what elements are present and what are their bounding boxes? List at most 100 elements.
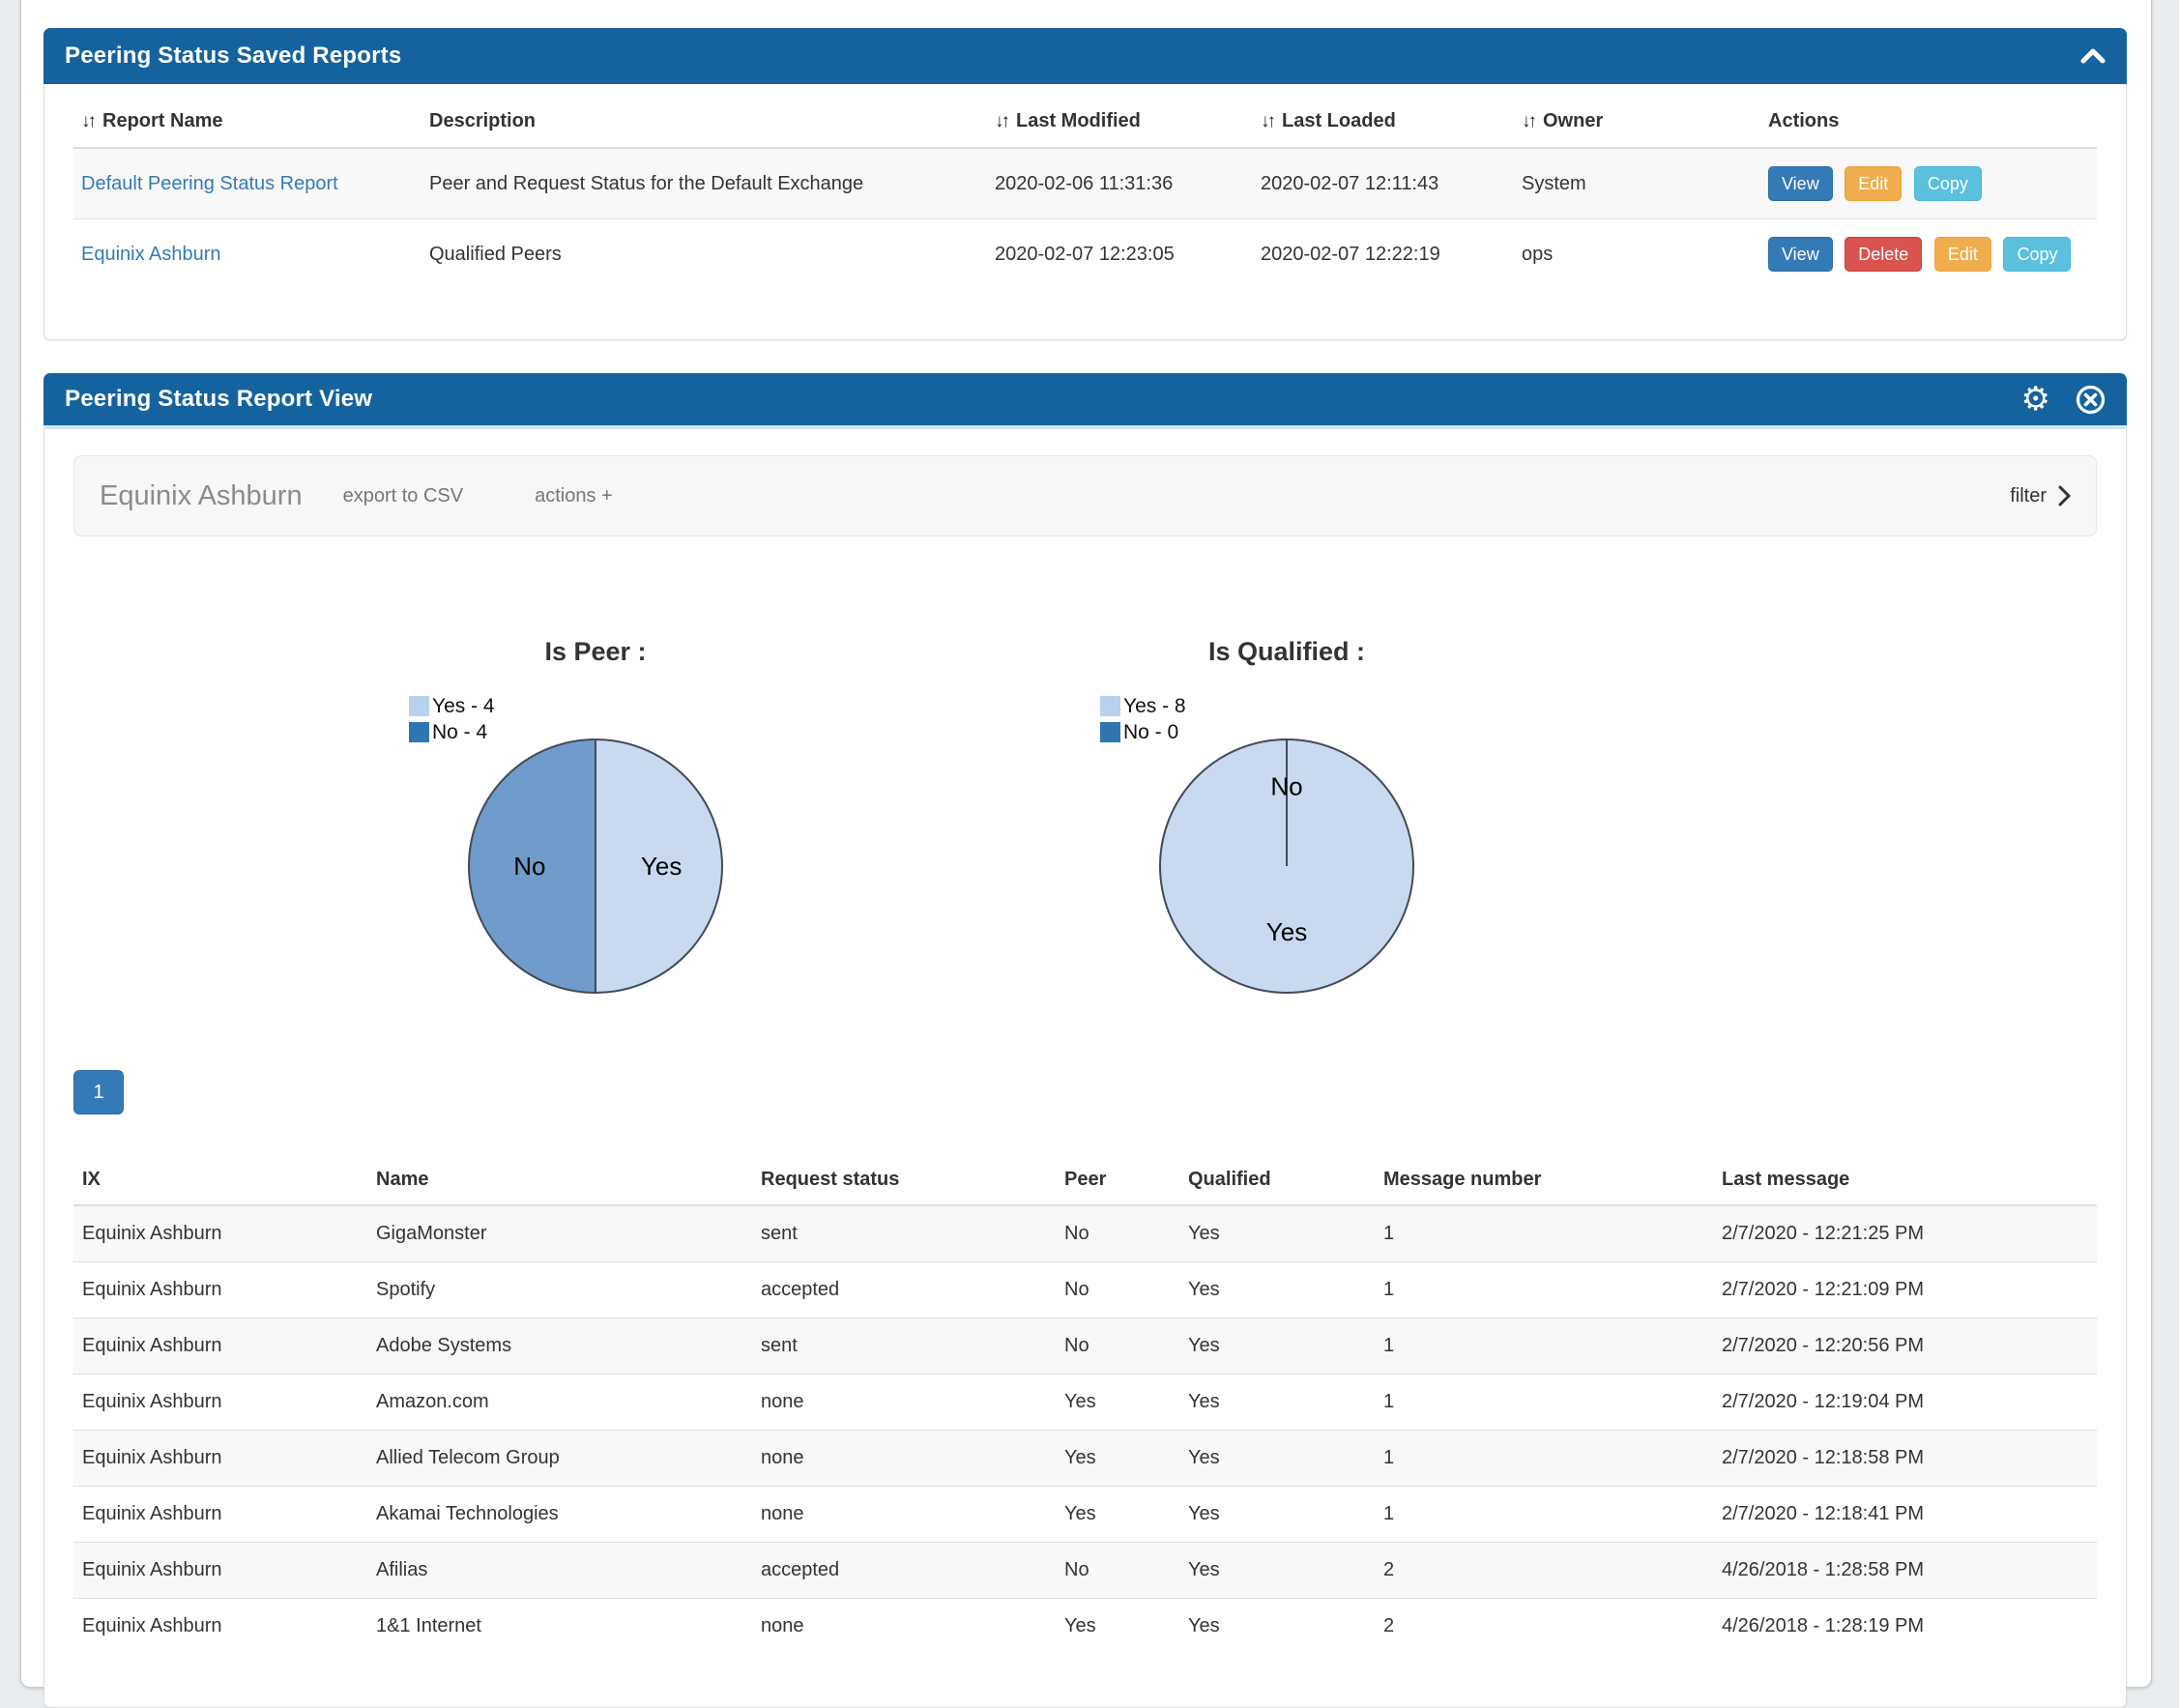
page-1-button[interactable]: 1 (73, 1070, 124, 1115)
legend-swatch-no (1100, 722, 1120, 742)
cell: 4/26/2018 - 1:28:58 PM (1713, 1543, 2097, 1599)
gear-icon[interactable]: ⚙ (2021, 383, 2050, 416)
saved-reports-header: Peering Status Saved Reports (44, 28, 2127, 84)
col-ix: IX (73, 1155, 367, 1205)
cell: Yes (1179, 1205, 1375, 1262)
saved-reports-panel: Peering Status Saved Reports ↓↑Report Na… (44, 28, 2127, 340)
copy-button[interactable]: Copy (1914, 166, 1982, 201)
delete-button[interactable]: Delete (1845, 237, 1922, 272)
cell: 1 (1375, 1262, 1713, 1318)
cell: none (752, 1431, 1056, 1487)
export-csv-link[interactable]: export to CSV (343, 485, 464, 507)
legend-item: Yes - 8 (1100, 693, 1186, 719)
cell: 2/7/2020 - 12:18:41 PM (1713, 1487, 2097, 1543)
actions-link[interactable]: actions + (535, 485, 613, 507)
cell: 2/7/2020 - 12:21:25 PM (1713, 1205, 2097, 1262)
cell: 2 (1375, 1543, 1713, 1599)
cell-owner: System (1514, 148, 1760, 219)
cell-owner: ops (1514, 219, 1760, 290)
collapse-chevron-up-icon[interactable] (2080, 48, 2106, 64)
cell: sent (752, 1205, 1056, 1262)
cell: No (1056, 1318, 1179, 1375)
cell: Equinix Ashburn (73, 1431, 367, 1487)
col-report-name[interactable]: ↓↑Report Name (73, 96, 421, 148)
cell: Yes (1056, 1431, 1179, 1487)
cell: Yes (1179, 1318, 1375, 1375)
col-last-loaded[interactable]: ↓↑Last Loaded (1253, 96, 1514, 148)
col-message-number: Message number (1375, 1155, 1713, 1205)
cell: 1&1 Internet (367, 1599, 752, 1655)
col-name: Name (367, 1155, 752, 1205)
cell: Afilias (367, 1543, 752, 1599)
legend-swatch-no (409, 722, 429, 742)
pagination: 1 (73, 1055, 2097, 1115)
cell: 2/7/2020 - 12:20:56 PM (1713, 1318, 2097, 1375)
saved-report-row: Equinix Ashburn Qualified Peers 2020-02-… (73, 219, 2097, 290)
close-icon[interactable] (2076, 385, 2106, 415)
legend-item: Yes - 4 (409, 693, 495, 719)
report-link[interactable]: Default Peering Status Report (81, 173, 338, 194)
sort-icon: ↓↑ (1522, 111, 1534, 132)
cell: Equinix Ashburn (73, 1599, 367, 1655)
cell: 2/7/2020 - 12:21:09 PM (1713, 1262, 2097, 1318)
cell: accepted (752, 1262, 1056, 1318)
cell: Equinix Ashburn (73, 1375, 367, 1431)
edit-button[interactable]: Edit (1845, 166, 1902, 201)
cell: Equinix Ashburn (73, 1205, 367, 1262)
cell: 1 (1375, 1431, 1713, 1487)
report-view-title: Peering Status Report View (65, 386, 372, 413)
cell: 1 (1375, 1487, 1713, 1543)
filter-label: filter (2010, 485, 2047, 507)
report-link[interactable]: Equinix Ashburn (81, 244, 221, 265)
view-button[interactable]: View (1768, 237, 1833, 272)
cell: Yes (1179, 1543, 1375, 1599)
view-button[interactable]: View (1768, 166, 1833, 201)
cell: Akamai Technologies (367, 1487, 752, 1543)
copy-button[interactable]: Copy (2003, 237, 2071, 272)
is-peer-chart: Is Peer : Yes - 4 No - 4 YesNo (388, 631, 803, 1055)
col-last-modified[interactable]: ↓↑Last Modified (987, 96, 1253, 148)
result-row: Equinix Ashburn Afilias accepted No Yes … (73, 1543, 2097, 1599)
cell-report-name: Default Peering Status Report (73, 148, 421, 219)
edit-button[interactable]: Edit (1934, 237, 1991, 272)
result-row: Equinix Ashburn Spotify accepted No Yes … (73, 1262, 2097, 1318)
cell: No (1056, 1543, 1179, 1599)
cell-last-modified: 2020-02-06 11:31:36 (987, 148, 1253, 219)
cell: GigaMonster (367, 1205, 752, 1262)
cell: none (752, 1599, 1056, 1655)
pie-chart: YesNo (455, 726, 736, 1006)
col-actions: Actions (1760, 96, 2097, 148)
cell: Yes (1179, 1375, 1375, 1431)
result-row: Equinix Ashburn Amazon.com none Yes Yes … (73, 1375, 2097, 1431)
cell-last-modified: 2020-02-07 12:23:05 (987, 219, 1253, 290)
col-owner[interactable]: ↓↑Owner (1514, 96, 1760, 148)
cell: Yes (1179, 1599, 1375, 1655)
cell: Equinix Ashburn (73, 1318, 367, 1375)
col-request-status: Request status (752, 1155, 1056, 1205)
cell: Yes (1179, 1262, 1375, 1318)
filter-link[interactable]: filter (2010, 485, 2071, 507)
report-view-panel: Peering Status Report View ⚙ Equinix Ash… (44, 373, 2127, 1708)
report-view-header: Peering Status Report View ⚙ (44, 373, 2127, 429)
cell: 2/7/2020 - 12:19:04 PM (1713, 1375, 2097, 1431)
cell: Allied Telecom Group (367, 1431, 752, 1487)
cell: Amazon.com (367, 1375, 752, 1431)
charts-row: Is Peer : Yes - 4 No - 4 YesNo (73, 631, 2097, 1055)
cell: Yes (1179, 1487, 1375, 1543)
cell: Yes (1056, 1487, 1179, 1543)
chart-title: Is Qualified : (1079, 631, 1495, 667)
svg-text:No: No (513, 852, 545, 881)
cell: none (752, 1375, 1056, 1431)
col-description: Description (421, 96, 987, 148)
cell: 1 (1375, 1318, 1713, 1375)
cell: No (1056, 1205, 1179, 1262)
saved-reports-table: ↓↑Report Name Description ↓↑Last Modifie… (73, 96, 2097, 289)
cell: 1 (1375, 1375, 1713, 1431)
cell: 1 (1375, 1205, 1713, 1262)
cell: 2 (1375, 1599, 1713, 1655)
cell: accepted (752, 1543, 1056, 1599)
cell-description: Peer and Request Status for the Default … (421, 148, 987, 219)
cell: Equinix Ashburn (73, 1487, 367, 1543)
cell: none (752, 1487, 1056, 1543)
sort-icon: ↓↑ (995, 111, 1007, 132)
